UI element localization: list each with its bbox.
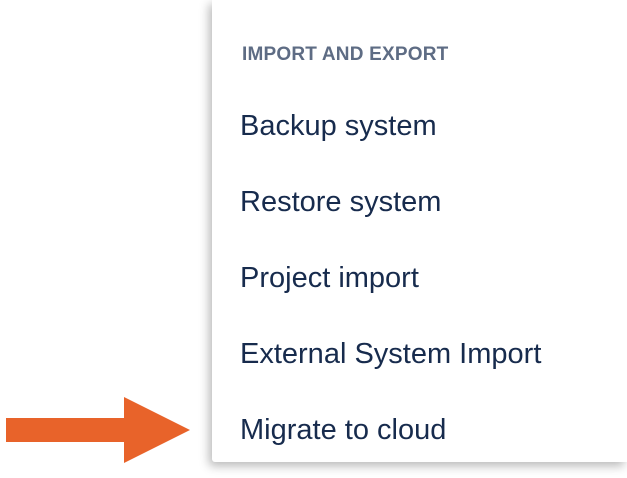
screenshot-stage: IMPORT AND EXPORT Backup system Restore … — [0, 0, 627, 478]
menu-item-label: Migrate to cloud — [240, 414, 447, 446]
menu-item-restore-system[interactable]: Restore system — [212, 176, 627, 228]
menu-item-label: Restore system — [240, 186, 442, 218]
menu-item-migrate-to-cloud[interactable]: Migrate to cloud — [212, 404, 627, 456]
menu-item-label: Project import — [240, 262, 419, 294]
pointer-arrow-icon — [6, 397, 190, 463]
menu-item-project-import[interactable]: Project import — [212, 252, 627, 304]
menu-item-external-system-import[interactable]: External System Import — [212, 328, 627, 380]
menu-item-label: Backup system — [240, 110, 437, 142]
menu-item-backup-system[interactable]: Backup system — [212, 100, 627, 152]
import-export-menu: IMPORT AND EXPORT Backup system Restore … — [212, 0, 627, 462]
menu-list: Backup system Restore system Project imp… — [212, 100, 627, 478]
section-heading-import-export: IMPORT AND EXPORT — [242, 44, 449, 65]
menu-item-label: External System Import — [240, 338, 542, 370]
arrow-shape — [6, 397, 190, 463]
